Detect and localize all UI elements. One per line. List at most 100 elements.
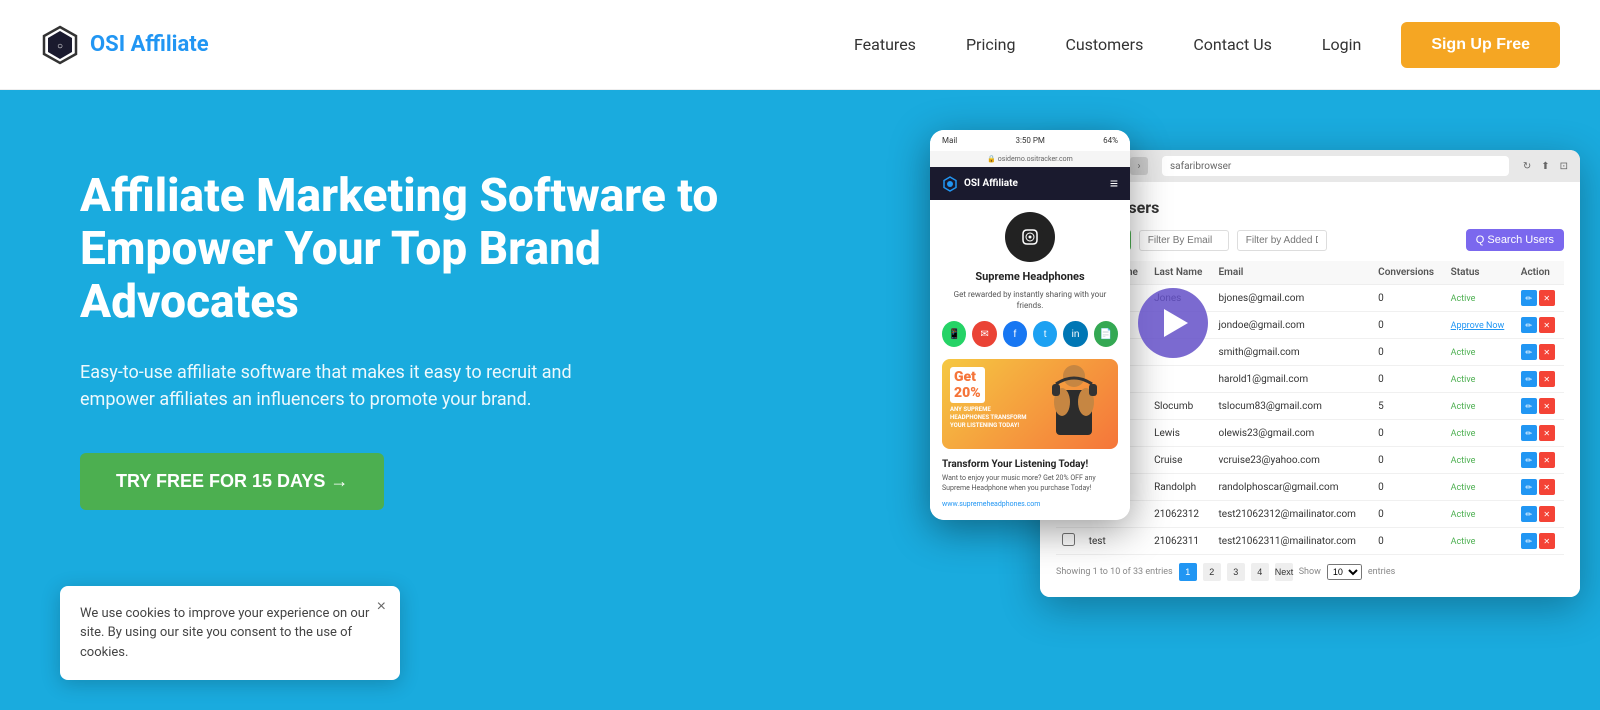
cell-actions: ✏✕ — [1521, 344, 1558, 360]
edit-button[interactable]: ✏ — [1521, 533, 1537, 549]
cell-status: Active — [1451, 510, 1476, 520]
nav-contact[interactable]: Contact Us — [1173, 27, 1292, 62]
browser-forward-button[interactable]: › — [1130, 157, 1148, 175]
filter-email-input[interactable] — [1139, 230, 1229, 251]
cell-email: tslocum83@gmail.com — [1213, 393, 1373, 420]
cell-last-name: Lewis — [1148, 420, 1212, 447]
nav-pricing[interactable]: Pricing — [946, 27, 1036, 62]
edit-button[interactable]: ✏ — [1521, 506, 1537, 522]
delete-button[interactable]: ✕ — [1539, 452, 1555, 468]
promo-person-image — [1042, 362, 1107, 447]
edit-button[interactable]: ✏ — [1521, 290, 1537, 306]
cell-status: Active — [1451, 402, 1476, 412]
cell-actions: ✏✕ — [1521, 479, 1558, 495]
share-linkedin-button[interactable]: in — [1063, 321, 1087, 347]
edit-button[interactable]: ✏ — [1521, 425, 1537, 441]
nav-features[interactable]: Features — [834, 27, 936, 62]
entries-label: entries — [1368, 567, 1395, 577]
page-1-button[interactable]: 1 — [1179, 563, 1197, 581]
col-status[interactable]: Status — [1445, 261, 1515, 285]
browser-refresh-icon[interactable]: ↻ — [1523, 161, 1531, 172]
cell-last-name: 21062311 — [1148, 528, 1212, 555]
row-checkbox[interactable] — [1062, 533, 1075, 546]
delete-button[interactable]: ✕ — [1539, 290, 1555, 306]
cell-conversions: 5 — [1372, 393, 1444, 420]
page-4-button[interactable]: 4 — [1251, 563, 1269, 581]
edit-button[interactable]: ✏ — [1521, 344, 1537, 360]
col-last-name[interactable]: Last Name — [1148, 261, 1212, 285]
nav-customers[interactable]: Customers — [1045, 27, 1163, 62]
delete-button[interactable]: ✕ — [1539, 344, 1555, 360]
cell-actions: ✏✕ — [1521, 425, 1558, 441]
browser-url-text: safaribrowser — [1170, 161, 1231, 172]
cell-actions: ✏✕ — [1521, 317, 1558, 333]
share-facebook-button[interactable]: f — [1003, 321, 1027, 347]
share-twitter-button[interactable]: t — [1033, 321, 1057, 347]
delete-button[interactable]: ✕ — [1539, 425, 1555, 441]
filter-added-input[interactable] — [1237, 230, 1327, 251]
promo-badge: Get20% — [950, 367, 985, 403]
table-row: James harold1@gmail.com 0 Active ✏✕ — [1056, 366, 1564, 393]
hero-title: Affiliate Marketing Software to Empower … — [80, 170, 720, 329]
share-email-button[interactable]: ✉ — [972, 321, 996, 347]
cell-conversions: 0 — [1372, 474, 1444, 501]
edit-button[interactable]: ✏ — [1521, 398, 1537, 414]
cell-last-name: Randolph — [1148, 474, 1212, 501]
delete-button[interactable]: ✕ — [1539, 506, 1555, 522]
mobile-logo-row: OSI Affiliate — [942, 176, 1018, 192]
delete-button[interactable]: ✕ — [1539, 533, 1555, 549]
delete-button[interactable]: ✕ — [1539, 479, 1555, 495]
search-users-button[interactable]: Q Search Users — [1466, 229, 1564, 251]
edit-button[interactable]: ✏ — [1521, 452, 1537, 468]
table-row: test 21062312 test21062312@mailinator.co… — [1056, 501, 1564, 528]
share-doc-button[interactable]: 📄 — [1094, 321, 1118, 347]
cell-actions: ✏✕ — [1521, 533, 1558, 549]
mobile-hamburger-icon[interactable]: ≡ — [1110, 175, 1118, 192]
table-header-row: First Name Last Name Email Conversions S… — [1056, 261, 1564, 285]
cell-status: Active — [1451, 456, 1476, 466]
page-3-button[interactable]: 3 — [1227, 563, 1245, 581]
page-2-button[interactable]: 2 — [1203, 563, 1221, 581]
mobile-brand-name: Supreme Headphones — [942, 270, 1118, 283]
share-whatsapp-button[interactable]: 📱 — [942, 321, 966, 347]
edit-button[interactable]: ✏ — [1521, 317, 1537, 333]
hero-subtitle: Easy-to-use affiliate software that make… — [80, 359, 640, 413]
page-next-button[interactable]: Next — [1275, 563, 1293, 581]
mobile-url-text: osidemo.ositracker.com — [998, 155, 1073, 163]
cell-conversions: 0 — [1372, 447, 1444, 474]
trial-cta-button[interactable]: TRY FREE FOR 15 DAYS → — [80, 453, 384, 510]
cookie-close-button[interactable]: × — [377, 598, 386, 616]
table-row: Sue smith@gmail.com 0 Active ✏✕ — [1056, 339, 1564, 366]
mobile-transform-desc: Want to enjoy your music more? Get 20% O… — [942, 474, 1118, 494]
cell-status: Active — [1451, 537, 1476, 547]
edit-button[interactable]: ✏ — [1521, 479, 1537, 495]
manage-users-title: Manage Users — [1056, 198, 1564, 217]
col-email[interactable]: Email — [1213, 261, 1373, 285]
mobile-status-bar: Mail 3:50 PM 64% — [930, 130, 1130, 151]
cell-actions: ✏✕ — [1521, 398, 1558, 414]
delete-button[interactable]: ✕ — [1539, 371, 1555, 387]
osi-logo-icon: ○ — [40, 25, 80, 65]
nav-login[interactable]: Login — [1302, 27, 1381, 62]
mobile-footer-url: www.supremeheadphones.com — [942, 500, 1118, 508]
delete-button[interactable]: ✕ — [1539, 317, 1555, 333]
play-button[interactable] — [1138, 288, 1208, 358]
cell-status-approve[interactable]: Approve Now — [1451, 321, 1505, 331]
cell-status: Active — [1451, 375, 1476, 385]
show-select[interactable]: 102550 — [1327, 564, 1362, 580]
table-row: Oscar Randolph randolphoscar@gmail.com 0… — [1056, 474, 1564, 501]
browser-more-icon[interactable]: ⊡ — [1560, 161, 1568, 172]
browser-url-bar[interactable]: safaribrowser — [1162, 156, 1509, 176]
cell-last-name: 21062312 — [1148, 501, 1212, 528]
edit-button[interactable]: ✏ — [1521, 371, 1537, 387]
delete-button[interactable]: ✕ — [1539, 398, 1555, 414]
signup-button[interactable]: Sign Up Free — [1401, 22, 1560, 68]
cell-conversions: 0 — [1372, 312, 1444, 339]
mobile-promo-banner: Get20% ANY SUPREME HEADPHONES TRANSFORM … — [942, 359, 1118, 449]
cell-email: smith@gmail.com — [1213, 339, 1373, 366]
table-row: Jon jondoe@gmail.com 0 Approve Now ✏✕ — [1056, 312, 1564, 339]
browser-share-icon[interactable]: ⬆ — [1541, 161, 1549, 172]
col-conversions[interactable]: Conversions — [1372, 261, 1444, 285]
mobile-signal: Mail — [942, 136, 957, 145]
hero-section: Affiliate Marketing Software to Empower … — [0, 90, 1600, 710]
